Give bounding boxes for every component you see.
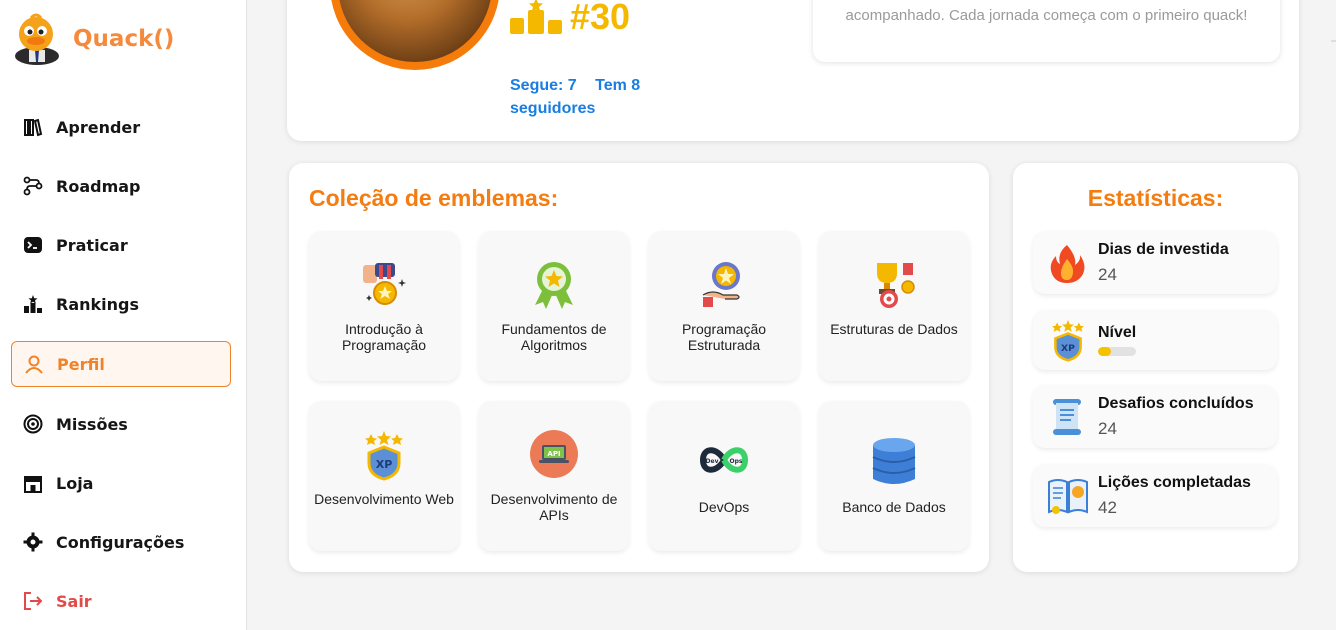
stat-label: Desafios concluídos [1098,395,1254,412]
sidebar: Quack() Aprender Roadmap Praticar Rankin… [0,0,247,630]
nav-aprender[interactable]: Aprender [11,104,231,150]
books-icon [22,116,44,138]
quote-text: acompanhado. Cada jornada começa com o p… [845,7,1248,24]
badge-label: Desenvolvimento de APIs [490,491,618,523]
svg-text:API: API [547,450,560,458]
nav-missoes[interactable]: Missões [11,401,231,447]
stat-label: Lições completadas [1098,474,1251,491]
nav-perfil[interactable]: Perfil [11,341,231,387]
nav-label: Perfil [57,354,105,374]
stat-challenges: Desafios concluídos 24 [1033,385,1277,448]
xp-progress-bar [1098,347,1136,356]
follow-info: Segue: 7 Tem 8 seguidores [510,74,660,120]
stat-value: 24 [1098,419,1117,438]
duck-logo-icon [15,13,59,65]
stats-card: Estatísticas: Dias de investida 24 XP Ní… [1013,163,1298,572]
gear-icon [22,531,44,553]
nav-rankings[interactable]: Rankings [11,281,231,327]
nav-label: Aprender [56,117,141,137]
podium-icon [22,293,44,315]
brand[interactable]: Quack() [11,12,174,66]
medal-hand-icon [363,263,406,305]
nav-label: Rankings [56,294,139,314]
badge-estruturas-dados[interactable]: Estruturas de Dados [819,231,969,381]
logout-icon [22,590,44,612]
badge-programacao-estruturada[interactable]: Programação Estruturada [649,231,799,381]
api-laptop-icon: API [530,430,578,478]
nav-label: Missões [56,414,128,434]
svg-text:Ops: Ops [730,458,743,465]
svg-text:Dev: Dev [706,458,719,465]
stat-label: Dias de investida [1098,241,1229,258]
nav-label: Roadmap [56,176,141,196]
trophy-target-icon [877,263,915,308]
nav-sair[interactable]: Sair [11,578,231,624]
nav-label: Sair [56,591,92,611]
badge-label: Programação Estruturada [681,321,767,353]
nav-label: Loja [56,473,94,493]
xp-shield-icon: XP [365,431,403,481]
stat-lessons: Lições completadas 42 [1033,464,1277,527]
terminal-icon [22,234,44,256]
badges-card: Coleção de emblemas: Introdução à Progra… [289,163,989,572]
book-icon [1048,479,1088,514]
badge-label: Estruturas de Dados [830,321,958,337]
target-icon [22,413,44,435]
nav-loja[interactable]: Loja [11,460,231,506]
quote-box: acompanhado. Cada jornada começa com o p… [813,0,1280,62]
podium-rank-icon [510,0,562,34]
badge-label: Banco de Dados [842,499,946,515]
user-icon [23,353,45,375]
fire-icon [1050,245,1085,283]
stat-value: 42 [1098,498,1117,517]
badge-banco-dados[interactable]: Banco de Dados [819,401,969,551]
badge-desenvolvimento-web[interactable]: XP Desenvolvimento Web [309,401,459,551]
nav-roadmap[interactable]: Roadmap [11,163,231,209]
database-icon [872,438,916,484]
svg-text:XP: XP [376,458,393,471]
stat-level: XP Nível [1033,310,1277,370]
stat-value: 24 [1098,265,1117,284]
rank-number: #30 [570,0,631,37]
scrollbar-edge [1331,40,1336,42]
badge-label: Desenvolvimento Web [314,491,454,507]
devops-infinity-icon: Dev Ops [699,447,749,473]
nav-label: Configurações [56,532,185,552]
nav-label: Praticar [56,235,128,255]
stat-days: Dias de investida 24 [1033,231,1277,294]
badge-label: Introdução à Programação [341,321,427,353]
stats-title: Estatísticas: [1087,185,1224,211]
following-link[interactable]: Segue: 7 [510,77,577,94]
roadmap-icon [22,175,44,197]
xp-progress-fill [1098,347,1112,356]
stat-label: Nível [1098,324,1137,341]
badge-label: Fundamentos de Algoritmos [501,321,607,353]
badges-title: Coleção de emblemas: [309,185,559,211]
nav-praticar[interactable]: Praticar [11,222,231,268]
brand-name: Quack() [73,26,175,52]
badge-label: DevOps [698,499,750,515]
badge-fundamentos-algoritmos[interactable]: Fundamentos de Algoritmos [479,231,629,381]
star-hand-icon [702,262,740,307]
svg-text:XP: XP [1061,343,1075,354]
scroll-icon [1053,399,1081,435]
xp-shield-icon: XP [1052,320,1084,362]
rosette-star-icon [535,262,573,309]
nav-configuracoes[interactable]: Configurações [11,519,231,565]
store-icon [22,472,44,494]
badge-devops[interactable]: Dev Ops DevOps [649,401,799,551]
badge-desenvolvimento-apis[interactable]: API Desenvolvimento de APIs [479,401,629,551]
badge-intro-programacao[interactable]: Introdução à Programação [309,231,459,381]
